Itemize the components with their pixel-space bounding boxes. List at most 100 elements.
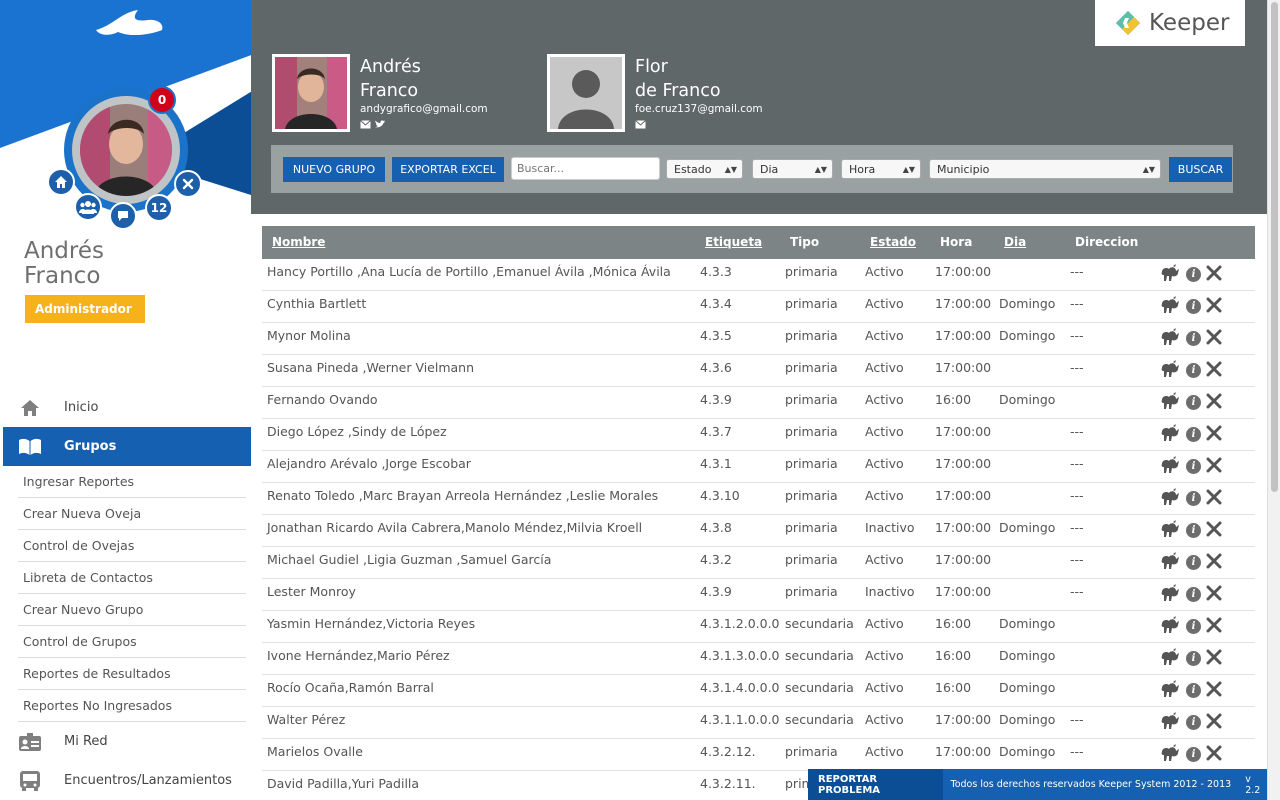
table-row[interactable]: Cynthia Bartlett 4.3.4 primaria Activo 17:00… — [262, 291, 1255, 323]
delete-icon[interactable] — [1206, 265, 1222, 281]
estado-select[interactable]: Estado ▲▼ — [666, 159, 743, 179]
nav-item-encuentros[interactable]: Encuentros/Lanzamientos — [0, 761, 251, 800]
delete-icon[interactable] — [1206, 425, 1222, 441]
notifications-badge[interactable]: 0 — [148, 86, 176, 114]
sheep-icon[interactable] — [1159, 616, 1181, 634]
delete-icon[interactable] — [1206, 297, 1222, 313]
delete-icon[interactable] — [1206, 617, 1222, 633]
profile-photo-placeholder[interactable] — [547, 54, 625, 132]
table-row[interactable]: Marielos Ovalle 4.3.2.12. primaria Activo 17… — [262, 739, 1255, 771]
col-etiqueta[interactable]: Etiqueta — [705, 235, 762, 249]
sheep-icon[interactable] — [1159, 680, 1181, 698]
delete-icon[interactable] — [1206, 713, 1222, 729]
email-icon[interactable] — [635, 120, 646, 129]
messages-shortcut-button[interactable] — [109, 202, 137, 230]
delete-icon[interactable] — [1206, 649, 1222, 665]
delete-icon[interactable] — [1206, 457, 1222, 473]
table-row[interactable]: Michael Gudiel ,Ligia Guzman ,Samuel Gar… — [262, 547, 1255, 579]
col-dia[interactable]: Dia — [1004, 235, 1026, 249]
sheep-icon[interactable] — [1159, 456, 1181, 474]
sheep-icon[interactable] — [1159, 264, 1181, 282]
sheep-icon[interactable] — [1159, 424, 1181, 442]
info-icon[interactable]: i — [1186, 267, 1201, 282]
sheep-icon[interactable] — [1159, 648, 1181, 666]
table-row[interactable]: Susana Pineda ,Werner Vielmann 4.3.6 prima… — [262, 355, 1255, 387]
info-icon[interactable]: i — [1186, 427, 1201, 442]
dia-select[interactable]: Dia ▲▼ — [752, 159, 833, 179]
subnav-control-de-grupos[interactable]: Control de Grupos — [18, 626, 246, 658]
sheep-icon[interactable] — [1159, 744, 1181, 762]
email-icon[interactable] — [360, 120, 371, 129]
info-icon[interactable]: i — [1186, 715, 1201, 730]
info-icon[interactable]: i — [1186, 555, 1201, 570]
members-count-button[interactable]: 12 — [145, 194, 173, 222]
subnav-crear-nuevo-grupo[interactable]: Crear Nuevo Grupo — [18, 594, 246, 626]
sheep-icon[interactable] — [1159, 712, 1181, 730]
nav-item-inicio[interactable]: Inicio — [0, 388, 251, 427]
sheep-icon[interactable] — [1159, 296, 1181, 314]
report-problem-button[interactable]: REPORTAR PROBLEMA — [808, 769, 943, 800]
info-icon[interactable]: i — [1186, 651, 1201, 666]
search-button[interactable]: BUSCAR — [1169, 157, 1232, 182]
subnav-reportes-no-ingresados[interactable]: Reportes No Ingresados — [18, 690, 246, 722]
sheep-icon[interactable] — [1159, 328, 1181, 346]
delete-icon[interactable] — [1206, 745, 1222, 761]
sheep-icon[interactable] — [1159, 552, 1181, 570]
table-row[interactable]: Yasmin Hernández,Victoria Reyes 4.3.1.2.0… — [262, 611, 1255, 643]
info-icon[interactable]: i — [1186, 299, 1201, 314]
info-icon[interactable]: i — [1186, 491, 1201, 506]
info-icon[interactable]: i — [1186, 587, 1201, 602]
subnav-control-de-ovejas[interactable]: Control de Ovejas — [18, 530, 246, 562]
brand-logo[interactable]: Keeper — [1095, 0, 1245, 46]
municipio-select[interactable]: Municipio ▲▼ — [929, 159, 1161, 179]
subnav-libreta-de-contactos[interactable]: Libreta de Contactos — [18, 562, 246, 594]
sheep-icon[interactable] — [1159, 360, 1181, 378]
col-nombre[interactable]: Nombre — [272, 235, 325, 249]
delete-icon[interactable] — [1206, 329, 1222, 345]
sheep-icon[interactable] — [1159, 520, 1181, 538]
subnav-reportes-de-resultados[interactable]: Reportes de Resultados — [18, 658, 246, 690]
subnav-ingresar-reportes[interactable]: Ingresar Reportes — [18, 466, 246, 498]
table-row[interactable]: Ivone Hernández,Mario Pérez 4.3.1.3.0.0.0… — [262, 643, 1255, 675]
table-row[interactable]: Walter Pérez 4.3.1.1.0.0.0 secundaria Activ… — [262, 707, 1255, 739]
sheep-icon[interactable] — [1159, 584, 1181, 602]
delete-icon[interactable] — [1206, 521, 1222, 537]
delete-icon[interactable] — [1206, 393, 1222, 409]
table-row[interactable]: Lester Monroy 4.3.9 primaria Inactivo 17:00:… — [262, 579, 1255, 611]
delete-icon[interactable] — [1206, 489, 1222, 505]
scrollbar-thumb[interactable] — [1271, 2, 1278, 492]
tools-shortcut-button[interactable] — [174, 170, 202, 198]
new-group-button[interactable]: NUEVO GRUPO — [283, 157, 385, 182]
info-icon[interactable]: i — [1186, 395, 1201, 410]
info-icon[interactable]: i — [1186, 363, 1201, 378]
avatar[interactable] — [80, 104, 172, 196]
page-scrollbar[interactable] — [1267, 0, 1280, 800]
table-row[interactable]: Fernando Ovando 4.3.9 primaria Activo 16:00 D… — [262, 387, 1255, 419]
info-icon[interactable]: i — [1186, 523, 1201, 538]
nav-item-mi-red[interactable]: Mi Red — [0, 722, 251, 761]
delete-icon[interactable] — [1206, 361, 1222, 377]
table-row[interactable]: Hancy Portillo ,Ana Lucía de Portillo ,E… — [262, 259, 1255, 291]
hora-select[interactable]: Hora ▲▼ — [841, 159, 921, 179]
info-icon[interactable]: i — [1186, 683, 1201, 698]
search-input[interactable] — [511, 157, 660, 180]
nav-item-grupos[interactable]: Grupos — [3, 427, 251, 466]
delete-icon[interactable] — [1206, 585, 1222, 601]
profile-photo[interactable] — [272, 54, 350, 132]
table-row[interactable]: Rocío Ocaña,Ramón Barral 4.3.1.4.0.0.0 sec… — [262, 675, 1255, 707]
info-icon[interactable]: i — [1186, 747, 1201, 762]
table-row[interactable]: Renato Toledo ,Marc Brayan Arreola Herná… — [262, 483, 1255, 515]
group-shortcut-button[interactable] — [74, 193, 102, 221]
info-icon[interactable]: i — [1186, 459, 1201, 474]
table-row[interactable]: Jonathan Ricardo Avila Cabrera,Manolo Mé… — [262, 515, 1255, 547]
info-icon[interactable]: i — [1186, 331, 1201, 346]
sheep-icon[interactable] — [1159, 392, 1181, 410]
col-estado[interactable]: Estado — [870, 235, 916, 249]
table-row[interactable]: Diego López ,Sindy de López 4.3.7 primaria… — [262, 419, 1255, 451]
home-shortcut-button[interactable] — [47, 168, 75, 196]
subnav-crear-nueva-oveja[interactable]: Crear Nueva Oveja — [18, 498, 246, 530]
table-row[interactable]: Mynor Molina 4.3.5 primaria Activo 17:00:00 D… — [262, 323, 1255, 355]
delete-icon[interactable] — [1206, 553, 1222, 569]
sheep-icon[interactable] — [1159, 488, 1181, 506]
export-excel-button[interactable]: EXPORTAR EXCEL — [392, 157, 504, 182]
